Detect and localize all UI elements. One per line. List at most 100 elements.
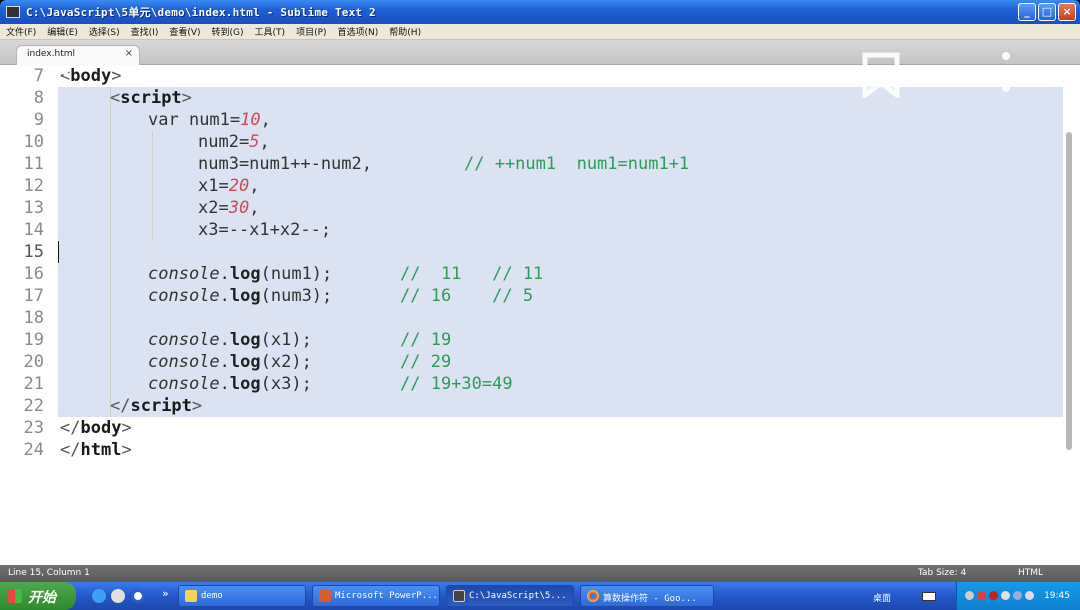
code-text: (num3); bbox=[260, 286, 333, 306]
powerpoint-icon bbox=[319, 590, 331, 602]
code-text: , bbox=[249, 198, 260, 218]
menu-goto[interactable]: 转到(G) bbox=[212, 25, 244, 38]
number-literal: 10 bbox=[240, 110, 261, 130]
quick-launch-chevron[interactable]: » bbox=[162, 587, 169, 600]
start-button[interactable]: 开始 bbox=[0, 582, 76, 610]
code-text: , bbox=[249, 176, 260, 196]
task-label: C:\JavaScript\5... bbox=[469, 591, 567, 601]
line-number: 11 bbox=[23, 154, 44, 174]
start-label: 开始 bbox=[28, 590, 56, 606]
antivirus-icon[interactable] bbox=[977, 591, 986, 600]
syntax-setting[interactable]: HTML bbox=[1018, 568, 1043, 578]
tag-bracket: </ bbox=[60, 440, 81, 460]
line-number: 24 bbox=[23, 440, 44, 460]
network-icon[interactable] bbox=[965, 591, 974, 600]
close-button[interactable]: × bbox=[1058, 3, 1076, 21]
tag-bracket: > bbox=[111, 66, 122, 86]
object-name: console bbox=[148, 330, 220, 350]
code-text: (x1); bbox=[260, 330, 312, 350]
tab-size-setting[interactable]: Tab Size: 4 bbox=[918, 568, 966, 578]
tab-index-html[interactable]: index.html × bbox=[16, 45, 140, 65]
code-comment: // 11 // 11 bbox=[400, 264, 544, 284]
code-text: (num1); bbox=[260, 264, 333, 284]
line-number-current: 15 bbox=[23, 242, 44, 262]
menu-bar: 文件(F) 编辑(E) 选择(S) 查找(I) 查看(V) 转到(G) 工具(T… bbox=[0, 24, 1080, 40]
code-editor[interactable]: 7 8 9 10 11 12 13 14 15 16 17 18 19 20 2… bbox=[0, 65, 1080, 565]
tag-bracket: > bbox=[121, 440, 132, 460]
menu-edit[interactable]: 编辑(E) bbox=[47, 25, 78, 38]
task-button-powerpoint[interactable]: Microsoft PowerP... bbox=[312, 585, 440, 607]
sublime-icon bbox=[453, 590, 465, 602]
code-text: (x3); bbox=[260, 374, 312, 394]
media-icon[interactable] bbox=[131, 589, 145, 603]
line-number: 17 bbox=[23, 286, 44, 306]
function-name: log bbox=[229, 286, 261, 306]
bookmark-icon[interactable] bbox=[862, 52, 900, 100]
code-line-20: console.log(x2); bbox=[148, 351, 312, 373]
menu-tools[interactable]: 工具(T) bbox=[255, 25, 286, 38]
line-number: 9 bbox=[33, 110, 44, 130]
task-button-chrome[interactable]: 算数操作符 - Goo... bbox=[580, 585, 714, 607]
status-bar: Line 15, Column 1 Tab Size: 4 HTML bbox=[0, 565, 1080, 582]
function-name: log bbox=[229, 374, 261, 394]
code-text: . bbox=[219, 374, 230, 394]
code-line-17: console.log(num3); bbox=[148, 285, 332, 307]
code-line-8: <script> bbox=[110, 87, 192, 109]
menu-preferences[interactable]: 首选项(N) bbox=[338, 25, 379, 38]
task-button-demo[interactable]: demo bbox=[178, 585, 306, 607]
minimize-button[interactable]: _ bbox=[1018, 3, 1036, 21]
menu-selection[interactable]: 选择(S) bbox=[89, 25, 120, 38]
code-line-23: </body> bbox=[60, 417, 132, 439]
desktop-toolbar-label[interactable]: 桌面 bbox=[873, 591, 891, 604]
menu-help[interactable]: 帮助(H) bbox=[389, 25, 421, 38]
tray-app-icon[interactable] bbox=[1001, 591, 1010, 600]
line-number: 14 bbox=[23, 220, 44, 240]
code-line-12: x1=20, bbox=[198, 175, 259, 197]
windows-taskbar: 开始 » demo Microsoft PowerP... C:\JavaScr… bbox=[0, 582, 1080, 610]
code-line-11: num3=num1++-num2, bbox=[198, 153, 372, 175]
line-number: 16 bbox=[23, 264, 44, 284]
tag-name: script bbox=[120, 88, 182, 108]
back-icon[interactable]: ‹ bbox=[58, 44, 75, 93]
menu-project[interactable]: 项目(P) bbox=[296, 25, 326, 38]
code-line-24: </html> bbox=[60, 439, 132, 461]
tray-app-icon[interactable] bbox=[1013, 591, 1022, 600]
sublime-app-icon bbox=[6, 6, 20, 18]
taskbar-clock[interactable]: 19:45 bbox=[1044, 591, 1070, 601]
code-line-9: var num1=10, bbox=[148, 109, 271, 131]
tag-bracket: </ bbox=[110, 396, 131, 416]
code-comment: // 16 // 5 bbox=[400, 286, 534, 306]
tag-name: html bbox=[80, 440, 122, 460]
object-name: console bbox=[148, 352, 220, 372]
recorder-icon[interactable] bbox=[989, 591, 998, 600]
keyword: var bbox=[148, 110, 189, 130]
more-icon[interactable] bbox=[1002, 52, 1012, 96]
tag-name: script bbox=[130, 396, 192, 416]
code-text: . bbox=[219, 330, 230, 350]
code-comment: // 29 bbox=[400, 352, 452, 372]
folder-icon bbox=[185, 590, 197, 602]
code-line-22: </script> bbox=[110, 395, 202, 417]
explorer-icon[interactable] bbox=[111, 589, 125, 603]
task-button-sublime[interactable]: C:\JavaScript\5... bbox=[446, 585, 574, 607]
maximize-button[interactable]: □ bbox=[1038, 3, 1056, 21]
code-text: . bbox=[219, 352, 230, 372]
tag-bracket: </ bbox=[60, 418, 81, 438]
tag-bracket: < bbox=[110, 88, 121, 108]
code-text: , bbox=[259, 132, 270, 152]
menu-view[interactable]: 查看(V) bbox=[169, 25, 200, 38]
task-label: demo bbox=[201, 591, 223, 601]
keyboard-icon[interactable] bbox=[922, 592, 936, 601]
vertical-scrollbar[interactable] bbox=[1066, 132, 1072, 450]
chrome-icon bbox=[587, 590, 599, 602]
line-number: 22 bbox=[23, 396, 44, 416]
ie-icon[interactable] bbox=[92, 589, 106, 603]
task-label: Microsoft PowerP... bbox=[335, 591, 438, 601]
menu-find[interactable]: 查找(I) bbox=[131, 25, 159, 38]
code-text: num3=num1++-num2, bbox=[198, 154, 372, 174]
menu-file[interactable]: 文件(F) bbox=[6, 25, 36, 38]
function-name: log bbox=[229, 330, 261, 350]
volume-icon[interactable] bbox=[1025, 591, 1034, 600]
code-text: . bbox=[219, 286, 230, 306]
tab-close-icon[interactable]: × bbox=[125, 48, 133, 59]
